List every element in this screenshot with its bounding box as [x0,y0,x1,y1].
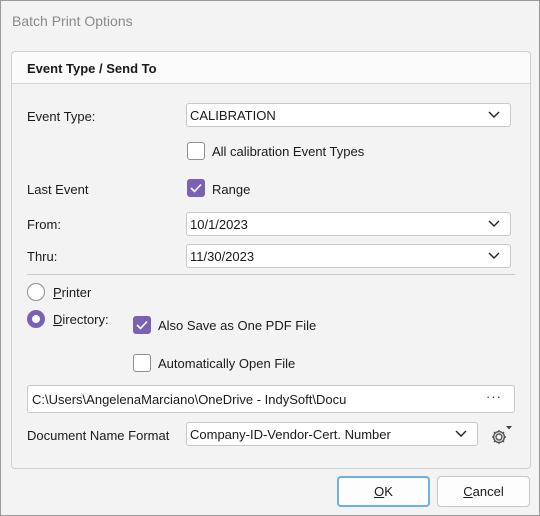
save-pdf-label: Also Save as One PDF File [158,318,317,333]
directory-label-rest: irectory: [62,312,109,327]
cancel-button[interactable]: Cancel [437,476,530,507]
check-icon [136,320,148,330]
auto-open-label: Automatically Open File [158,356,296,371]
batch-print-options-dialog: Batch Print Options Event Type / Send To… [0,0,540,516]
last-event-label: Last Event [27,182,89,197]
document-name-format-label: Document Name Format [27,428,170,443]
browse-button[interactable]: ··· [486,389,502,404]
thru-date-select[interactable]: 11/30/2023 [186,244,511,268]
range-label: Range [212,182,251,197]
chevron-down-icon [455,430,467,437]
printer-mnemonic: P [53,285,62,300]
window-title: Batch Print Options [12,13,133,29]
ok-button[interactable]: OK [337,476,430,507]
directory-path-input[interactable]: C:\Users\AngelenaMarciano\OneDrive - Ind… [27,385,515,413]
thru-label: Thru: [27,249,58,264]
range-checkbox[interactable] [187,179,205,197]
from-date-select[interactable]: 10/1/2023 [186,212,511,236]
document-name-format-value: Company-ID-Vendor-Cert. Number [190,427,391,442]
printer-label: Printer [53,285,91,300]
directory-radio[interactable] [27,310,45,328]
gear-icon[interactable] [489,423,513,447]
all-event-types-label: All calibration Event Types [212,144,365,159]
group-header: Event Type / Send To [12,52,530,84]
auto-open-checkbox[interactable] [133,354,151,372]
ok-label-rest: K [384,484,393,499]
cancel-mnemonic: C [463,484,473,499]
event-type-group: Event Type / Send To Event Type: CALIBRA… [11,51,531,469]
printer-radio[interactable] [27,283,45,301]
group-title: Event Type / Send To [27,61,157,76]
printer-label-rest: rinter [61,285,92,300]
document-name-format-select[interactable]: Company-ID-Vendor-Cert. Number [186,422,478,446]
ok-mnemonic: O [374,484,385,499]
event-type-select[interactable]: CALIBRATION [186,103,511,127]
cancel-label-rest: ancel [472,484,504,499]
chevron-down-icon [488,111,500,118]
all-event-types-checkbox[interactable] [187,142,205,160]
chevron-down-icon [488,252,500,259]
chevron-down-icon [488,220,500,227]
event-type-value: CALIBRATION [190,108,276,123]
directory-label: Directory: [53,312,109,327]
divider [27,274,515,275]
save-pdf-checkbox[interactable] [133,316,151,334]
from-label: From: [27,217,61,232]
directory-mnemonic: D [53,312,63,327]
thru-date-value: 11/30/2023 [190,249,255,264]
check-icon [190,183,202,193]
directory-path-value: C:\Users\AngelenaMarciano\OneDrive - Ind… [32,392,347,407]
from-date-value: 10/1/2023 [190,217,248,232]
event-type-label: Event Type: [27,109,96,124]
